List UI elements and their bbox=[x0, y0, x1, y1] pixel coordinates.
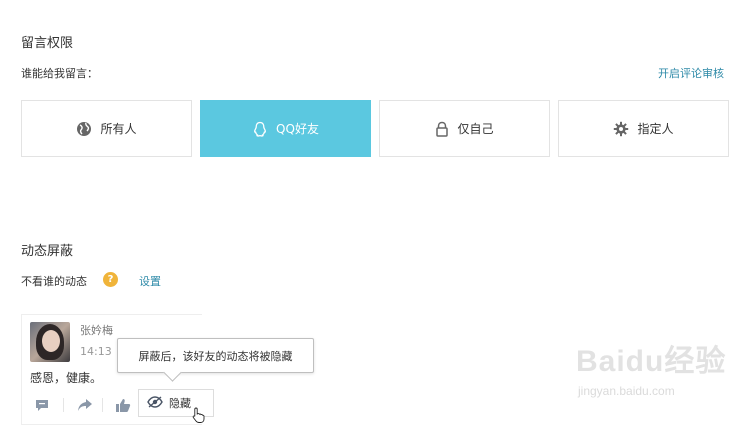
hand-cursor-icon bbox=[192, 407, 206, 427]
help-icon[interactable]: ? bbox=[103, 272, 118, 287]
enable-comment-review-link[interactable]: 开启评论审核 bbox=[658, 65, 724, 81]
post-content: 感恩，健康。 bbox=[30, 371, 103, 385]
watermark-brand: Baidu经验 bbox=[576, 345, 727, 378]
post-user-name[interactable]: 张妗梅 bbox=[80, 322, 113, 338]
hide-tooltip-text: 屏蔽后，该好友的动态将被隐藏 bbox=[138, 349, 293, 363]
toolbar-divider bbox=[102, 398, 103, 412]
comment-permission-title: 留言权限 bbox=[21, 36, 74, 51]
option-specified-people[interactable]: 指定人 bbox=[558, 100, 729, 157]
lock-icon bbox=[435, 121, 449, 137]
feed-block-settings-link[interactable]: 设置 bbox=[139, 273, 161, 289]
option-qq-friends-label: QQ好友 bbox=[276, 122, 319, 136]
watermark-url: jingyan.baidu.com bbox=[578, 384, 675, 398]
option-only-me-label: 仅自己 bbox=[457, 122, 494, 136]
option-qq-friends[interactable]: QQ好友 bbox=[200, 100, 371, 157]
hide-post-label: 隐藏 bbox=[169, 397, 191, 410]
toolbar-divider bbox=[63, 398, 64, 412]
avatar[interactable] bbox=[30, 322, 70, 362]
option-everyone-label: 所有人 bbox=[100, 122, 137, 136]
gear-icon bbox=[613, 121, 629, 137]
feed-block-label: 不看谁的动态 bbox=[21, 275, 87, 288]
option-everyone[interactable]: 所有人 bbox=[21, 100, 192, 157]
option-only-me[interactable]: 仅自己 bbox=[379, 100, 550, 157]
comment-icon[interactable] bbox=[35, 397, 49, 416]
option-specified-people-label: 指定人 bbox=[637, 122, 674, 136]
feed-block-title: 动态屏蔽 bbox=[21, 244, 74, 259]
eye-slash-icon bbox=[147, 395, 163, 411]
share-icon[interactable] bbox=[77, 397, 93, 416]
hide-tooltip: 屏蔽后，该好友的动态将被隐藏 bbox=[117, 338, 314, 382]
like-icon[interactable] bbox=[115, 397, 131, 416]
qq-penguin-icon bbox=[252, 121, 268, 137]
who-can-comment-label: 谁能给我留言： bbox=[21, 67, 98, 80]
baidu-jingyan-watermark: Baidu经验 jingyan.baidu.com bbox=[576, 336, 736, 406]
globe-icon bbox=[76, 121, 92, 137]
post-time: 14:13 bbox=[80, 345, 112, 358]
